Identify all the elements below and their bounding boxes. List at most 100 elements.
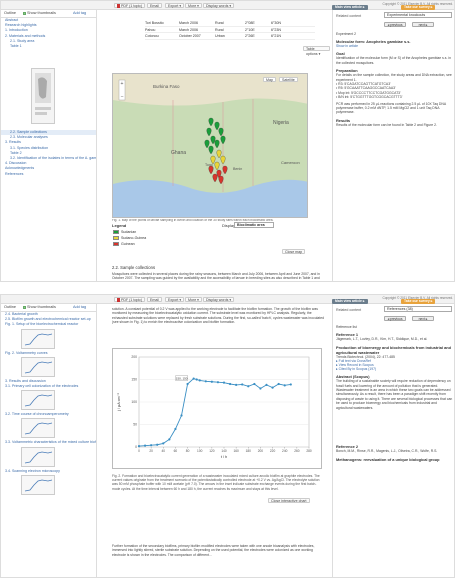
- data-point: [162, 442, 165, 445]
- y-tick-label: 150: [131, 378, 137, 382]
- related-content-label: Related content: [336, 14, 362, 18]
- reference-2-heading: Methanogens: reevaluation of a unique bi…: [336, 456, 440, 462]
- map-canvas: Burkina Faso Nigeria Ghana Togo Benin Ca…: [113, 74, 307, 217]
- section-text: Mosquitoes were collected in several pla…: [112, 272, 320, 281]
- reference-link[interactable]: ▸ Cited By in Scopus (197): [336, 367, 453, 371]
- x-tick-label: 180: [246, 449, 252, 453]
- toolbar: PDF (1 topic) Email Export ▾ More ▾ Disp…: [1, 295, 454, 304]
- display-words-button[interactable]: Display words ▾: [203, 297, 235, 302]
- more-button[interactable]: More ▾: [185, 3, 202, 8]
- section-heading: 2.2. Sample collections: [112, 265, 156, 270]
- outline-item[interactable]: Fig. 1. Setup of the bioelectrochemical …: [1, 322, 96, 327]
- graph-thumbnail-icon: [24, 423, 53, 435]
- outline-item[interactable]: Fig. 2. Voltammetry curves: [1, 351, 96, 356]
- data-point: [174, 427, 177, 431]
- outline-item[interactable]: Table 1: [1, 44, 96, 49]
- next-button[interactable]: next ▸: [412, 316, 434, 321]
- tab-show-thumbnails[interactable]: Show thumbnails: [23, 305, 56, 309]
- outline-list-lower: 2.2. Sample collections 2.3. Molecular an…: [1, 130, 96, 177]
- table-cell: 2°26E: [245, 34, 255, 38]
- tab-show-thumbnails[interactable]: Show thumbnails: [23, 11, 56, 15]
- table-cell: March 2006: [179, 27, 198, 32]
- pdf-button[interactable]: PDF (1 topic): [114, 3, 146, 9]
- results-text: Results of the molecular form can be fou…: [336, 122, 437, 127]
- close-map-button[interactable]: Close map: [282, 249, 306, 254]
- tab-outline[interactable]: Outline: [4, 11, 16, 15]
- legend-label: Sudanian: [121, 230, 137, 234]
- outline-item[interactable]: 3.4. Scanning electron microscopy: [1, 469, 96, 474]
- outline-sidebar: Outline Show thumbnails Add tag 2.4. Bac…: [1, 304, 97, 577]
- related-content-select[interactable]: Experimental knockouts: [384, 12, 452, 18]
- annotation-label: 150, 150: [176, 376, 188, 380]
- figure-thumbnail[interactable]: [21, 418, 55, 439]
- legend-item: Guinean: [112, 241, 308, 247]
- x-tick-label: 100: [197, 449, 203, 453]
- pdf-icon: [117, 298, 120, 303]
- data-point: [259, 387, 262, 390]
- close-chart-button[interactable]: Close interactive chart: [268, 498, 310, 503]
- graph-thumbnail-icon: [24, 361, 53, 374]
- outline-item[interactable]: 3.3. Voltammetric characteristics of the…: [1, 440, 96, 445]
- article-main: solution. A constant potential of 0.2 V …: [98, 304, 330, 577]
- map-type-button[interactable]: Map: [263, 77, 276, 82]
- table-cell: Cotonou: [145, 34, 159, 38]
- satellite-type-button[interactable]: Satellite: [279, 77, 298, 82]
- table-options-button[interactable]: Table options ▾: [303, 46, 330, 56]
- data-point: [235, 383, 238, 386]
- figure-thumbnail[interactable]: [21, 474, 55, 495]
- tab-add-tag[interactable]: Add tag: [73, 11, 86, 15]
- figure-thumbnail[interactable]: [21, 390, 55, 411]
- more-button[interactable]: More ▾: [185, 297, 202, 302]
- show-in-article-link[interactable]: Show in article: [336, 44, 453, 48]
- figure-thumbnail[interactable]: [21, 328, 55, 349]
- current-density-chart[interactable]: 0 50 100 150 200 0 20 40 60 80 100 120 140 160 180 200 2…: [112, 348, 322, 469]
- table-cell: 6°23N: [271, 27, 282, 32]
- data-point: [137, 445, 141, 448]
- table-thumbnail[interactable]: [31, 68, 55, 124]
- export-button[interactable]: Export ▾: [165, 3, 185, 8]
- tab-outline[interactable]: Outline: [4, 305, 16, 309]
- map-label: Burkina Faso: [153, 84, 180, 89]
- checkbox-icon: [23, 305, 26, 309]
- data-point: [283, 384, 286, 387]
- reference-2-authors: Bonch, M.M., Rinse, R.R., Magenis, L.J.,…: [336, 449, 438, 454]
- previous-button[interactable]: ◂ previous: [384, 22, 406, 27]
- y-tick-label: 100: [131, 400, 137, 404]
- tab-add-tag[interactable]: Add tag: [73, 305, 86, 309]
- x-tick-label: 120: [209, 449, 215, 453]
- table-cell: 6°21N: [271, 34, 282, 38]
- outline-item[interactable]: 3.1. Primary cell colonization of the el…: [1, 384, 96, 389]
- x-tick-label: 240: [282, 449, 288, 453]
- data-point: [192, 377, 195, 380]
- figure-caption: Fig. 2. Formation and bioelectrocatalyti…: [112, 474, 320, 491]
- display-words-button[interactable]: Display words ▾: [203, 3, 235, 8]
- reference-list-title: Reference list: [336, 325, 357, 329]
- table-row: Cotonou October 2007 Urban 2°26E 6°21N: [145, 33, 315, 40]
- data-point: [253, 382, 256, 386]
- related-content-select[interactable]: References (38): [384, 306, 452, 312]
- checkbox-icon: [23, 11, 26, 15]
- map-view[interactable]: Burkina Faso Nigeria Ghana Togo Benin Ca…: [112, 73, 308, 218]
- email-button[interactable]: Email: [147, 297, 162, 302]
- reference-1-heading: Production of bioenergy and biochemicals…: [336, 344, 452, 355]
- pdf-button[interactable]: PDF (1 topic): [114, 297, 146, 303]
- figure-thumbnail[interactable]: [21, 356, 55, 377]
- related-content-panel: Related content Experimental knockouts ◂…: [332, 10, 454, 281]
- x-tick-label: 20: [149, 449, 153, 453]
- data-point: [168, 438, 171, 441]
- outline-item[interactable]: 3.2. Time course of chronoamperometry: [1, 412, 96, 417]
- export-button[interactable]: Export ▾: [165, 297, 185, 302]
- email-button[interactable]: Email: [147, 3, 162, 8]
- previous-button[interactable]: ◂ previous: [384, 316, 406, 321]
- data-point: [204, 380, 207, 383]
- next-button[interactable]: next ▸: [412, 22, 434, 27]
- table-cell: 2°08E: [245, 21, 255, 25]
- map-legend: Legend Display: Bioclimatic area Sudania…: [112, 222, 308, 254]
- figure-thumbnail[interactable]: [21, 446, 55, 467]
- data-point: [143, 444, 147, 447]
- display-select[interactable]: Bioclimatic area: [234, 222, 274, 228]
- graph-thumbnail-icon: [24, 451, 53, 464]
- outline-item[interactable]: References: [1, 172, 96, 177]
- data-table: Tori Bossito March 2006 Rural 2°08E 6°30N Pah…: [145, 20, 315, 40]
- data-point: [180, 414, 183, 417]
